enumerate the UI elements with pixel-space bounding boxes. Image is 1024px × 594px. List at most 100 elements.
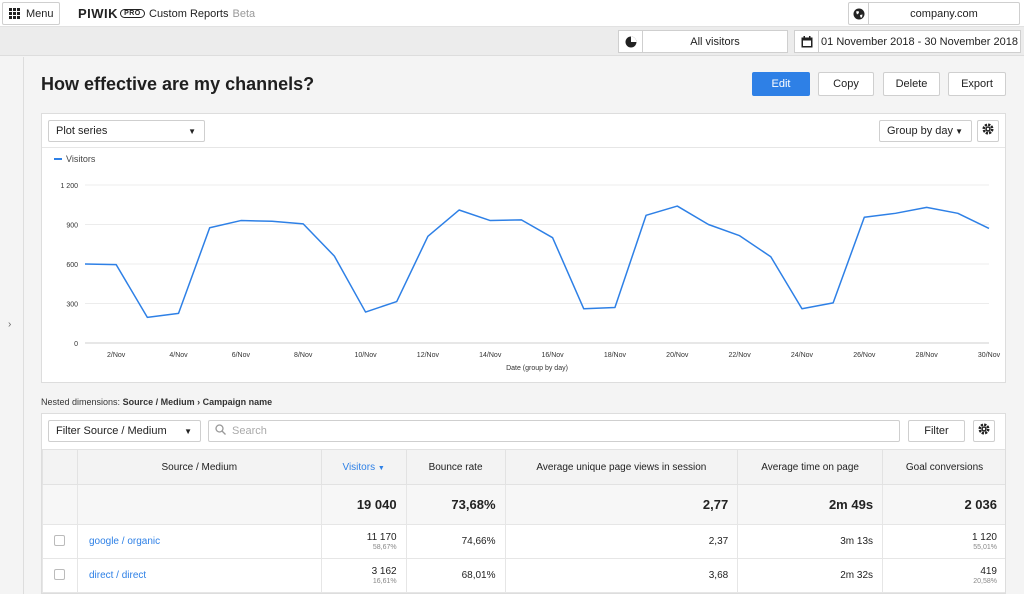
filter-button[interactable]: Filter bbox=[908, 420, 965, 442]
column-header-unique-page-views[interactable]: Average unique page views in session bbox=[504, 449, 739, 485]
row-bounce-rate: 68,01% bbox=[405, 558, 506, 593]
nested-dimensions-label: Nested dimensions: bbox=[41, 397, 121, 407]
row-goals-share: 55,01% bbox=[973, 544, 997, 551]
row-checkbox[interactable] bbox=[54, 534, 66, 546]
row-dimension-link[interactable]: direct / direct bbox=[76, 558, 322, 593]
column-header-label: Visitors bbox=[342, 461, 376, 473]
nested-dimensions: Nested dimensions: Source / Medium › Cam… bbox=[41, 397, 272, 407]
x-tick-label: 2/Nov bbox=[107, 352, 126, 359]
totals-row: 19 040 73,68% 2,77 2m 49s 2 036 bbox=[42, 484, 1005, 525]
group-by-label: Group by day bbox=[887, 125, 954, 137]
chart-card: Plot series ▼ Group by day ▼ Visitors 03… bbox=[41, 113, 1006, 383]
x-tick-label: 30/Nov bbox=[978, 352, 1001, 359]
chevron-down-icon: ▼ bbox=[184, 427, 192, 436]
chevron-right-icon[interactable]: › bbox=[8, 319, 11, 330]
sort-desc-icon: ▼ bbox=[377, 464, 385, 472]
menu-label: Menu bbox=[26, 7, 54, 20]
total-bounce-rate: 73,68% bbox=[405, 484, 506, 525]
column-header-source-medium[interactable]: Source / Medium bbox=[76, 449, 322, 485]
piwik-pro-logo[interactable]: PIWIK PRO bbox=[78, 6, 145, 21]
logo-badge: PRO bbox=[120, 9, 145, 18]
x-tick-label: 26/Nov bbox=[853, 352, 876, 359]
row-unique-page-views: 3,68 bbox=[504, 558, 739, 593]
row-visitors-share: 58,67% bbox=[372, 544, 397, 551]
beta-badge: Beta bbox=[232, 8, 256, 20]
x-axis-title: Date (group by day) bbox=[506, 365, 568, 372]
x-tick-label: 6/Nov bbox=[232, 352, 251, 359]
export-button[interactable]: Export bbox=[948, 72, 1006, 96]
plot-series-label: Plot series bbox=[56, 125, 108, 137]
column-header-goal-conversions[interactable]: Goal conversions bbox=[882, 449, 1005, 485]
app-name: Custom Reports bbox=[149, 8, 229, 20]
date-range-selector[interactable]: 01 November 2018 - 30 November 2018 bbox=[794, 30, 1021, 53]
row-goal-conversions: 419 bbox=[980, 566, 997, 577]
column-header-bounce-rate[interactable]: Bounce rate bbox=[405, 449, 506, 485]
x-tick-label: 10/Nov bbox=[354, 352, 377, 359]
pie-chart-icon bbox=[619, 31, 643, 52]
row-select-cell bbox=[42, 558, 78, 593]
chart-settings-button[interactable] bbox=[977, 120, 999, 142]
row-time-on-page: 3m 13s bbox=[737, 524, 884, 559]
table-row: direct / direct 3 162 16,61% 68,01% 3,68 … bbox=[42, 558, 1005, 593]
page-title: How effective are my channels? bbox=[41, 74, 315, 94]
total-time-on-page: 2m 49s bbox=[737, 484, 884, 525]
x-tick-label: 8/Nov bbox=[294, 352, 313, 359]
series-line-visitors bbox=[84, 205, 990, 319]
row-goal-conversions: 1 120 bbox=[971, 532, 997, 543]
gear-icon bbox=[978, 422, 990, 440]
x-tick-label: 12/Nov bbox=[417, 352, 440, 359]
x-tick-label: 18/Nov bbox=[604, 352, 627, 359]
search-box bbox=[208, 420, 900, 442]
report-table: Source / Medium Visitors ▼ Bounce rate A… bbox=[42, 449, 1005, 593]
grid-icon bbox=[9, 8, 20, 19]
select-column-header bbox=[42, 449, 78, 485]
plot-series-select[interactable]: Plot series ▼ bbox=[48, 120, 205, 142]
row-visitors-share: 16,61% bbox=[372, 578, 397, 585]
visitors-line-chart: 0 300 600 900 1 200 2/Nov 4/Nov 6/Nov 8/Nov 10/No… bbox=[60, 183, 1001, 372]
dimension-filter-label: Filter Source / Medium bbox=[56, 425, 167, 437]
row-checkbox[interactable] bbox=[54, 568, 66, 580]
gear-icon bbox=[982, 122, 994, 140]
row-visitors-cell: 3 162 16,61% bbox=[320, 558, 407, 593]
total-visitors: 19 040 bbox=[320, 484, 407, 525]
search-icon bbox=[215, 422, 226, 440]
row-visitors-cell: 11 170 58,67% bbox=[320, 524, 407, 559]
table-header-row: Source / Medium Visitors ▼ Bounce rate A… bbox=[42, 449, 1005, 485]
delete-button[interactable]: Delete bbox=[883, 72, 940, 96]
column-header-time-on-page[interactable]: Average time on page bbox=[737, 449, 884, 485]
row-dimension-link[interactable]: google / organic bbox=[76, 524, 322, 559]
row-bounce-rate: 74,66% bbox=[405, 524, 506, 559]
dimension-filter-select[interactable]: Filter Source / Medium ▼ bbox=[48, 420, 201, 442]
globe-icon bbox=[849, 3, 869, 24]
table-row: google / organic 11 170 58,67% 74,66% 2,3… bbox=[42, 524, 1005, 559]
search-input[interactable] bbox=[232, 425, 872, 437]
report-table-card: Filter Source / Medium ▼ Filter Source /… bbox=[41, 413, 1006, 594]
x-tick-label: 16/Nov bbox=[541, 352, 564, 359]
x-tick-label: 14/Nov bbox=[479, 352, 502, 359]
x-tick-label: 28/Nov bbox=[916, 352, 939, 359]
website-name: company.com bbox=[910, 7, 978, 20]
date-range-label: 01 November 2018 - 30 November 2018 bbox=[821, 35, 1018, 48]
sidebar-collapse-rail: › bbox=[0, 57, 24, 594]
app-title: Custom Reports Beta bbox=[149, 8, 255, 20]
row-select-cell bbox=[42, 524, 78, 559]
website-selector[interactable]: company.com bbox=[848, 2, 1020, 25]
x-tick-label: 24/Nov bbox=[791, 352, 814, 359]
column-header-visitors[interactable]: Visitors ▼ bbox=[320, 449, 407, 485]
copy-button[interactable]: Copy bbox=[818, 72, 874, 96]
segment-selector[interactable]: All visitors bbox=[618, 30, 788, 53]
row-visitors: 11 170 bbox=[366, 532, 397, 543]
menu-button[interactable]: Menu bbox=[2, 2, 60, 25]
chevron-down-icon: ▼ bbox=[955, 127, 963, 136]
row-goals-share: 20,58% bbox=[973, 578, 997, 585]
group-by-select[interactable]: Group by day ▼ bbox=[879, 120, 972, 142]
edit-button[interactable]: Edit bbox=[752, 72, 810, 96]
y-tick-label: 600 bbox=[66, 262, 78, 269]
x-tick-label: 4/Nov bbox=[169, 352, 188, 359]
totals-dim-cell bbox=[76, 484, 322, 525]
y-tick-label: 900 bbox=[66, 223, 78, 230]
table-settings-button[interactable] bbox=[973, 420, 995, 442]
chevron-down-icon: ▼ bbox=[188, 127, 196, 136]
row-goals-cell: 419 20,58% bbox=[882, 558, 1005, 593]
nested-dimensions-value: Source / Medium › Campaign name bbox=[122, 397, 273, 407]
